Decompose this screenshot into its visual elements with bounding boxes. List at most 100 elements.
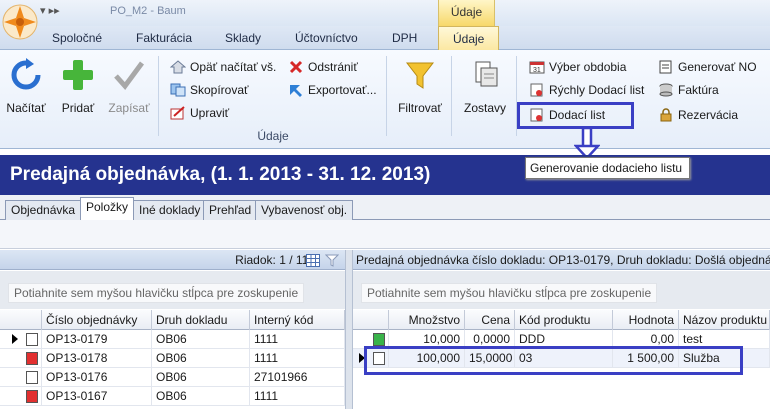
reservation-lock-icon	[660, 108, 672, 122]
generate-no-button[interactable]: Generovať NO	[656, 57, 757, 77]
ribbon-separator	[386, 56, 387, 136]
document-icon	[26, 333, 38, 346]
tab-sklady[interactable]: Sklady	[225, 31, 261, 45]
tab-content-area	[0, 220, 770, 249]
reload-label: Načítať	[6, 101, 46, 115]
delete-button[interactable]: Odstrániť	[286, 57, 358, 77]
reports-button[interactable]: Zostavy	[460, 58, 510, 115]
column-header-internal-code[interactable]: Interný kód	[250, 310, 345, 330]
quick-delivery-note-label: Rýchly Dodací list	[549, 83, 645, 97]
invoice-stack-icon	[659, 83, 673, 97]
row-status	[0, 349, 42, 368]
document-red-icon	[26, 352, 38, 365]
row-status	[0, 387, 42, 406]
edit-icon	[170, 106, 185, 120]
group-by-area[interactable]: Potiahnite sem myšou hlavičku stĺpca pre…	[353, 271, 770, 309]
ribbon-tab-strip: Spoločné Fakturácia Sklady Účtovníctvo D…	[0, 26, 770, 51]
copy-icon	[170, 83, 186, 97]
column-header-quantity[interactable]: Množstvo	[389, 310, 465, 330]
tooltip: Generovanie dodacieho listu	[525, 157, 690, 179]
selected-row-highlight	[364, 346, 743, 375]
filter-funnel-icon[interactable]	[325, 254, 339, 267]
document-tabs: Objednávka Položky Iné doklady Prehľad V…	[0, 195, 770, 221]
internal-code: 1111	[250, 387, 345, 406]
table-row[interactable]: OP13-0176 OB06 27101966	[0, 368, 345, 387]
checkmark-icon	[114, 61, 145, 90]
home-arrow-icon	[170, 60, 186, 74]
row-counter-bar: Riadok: 1 / 118	[0, 250, 345, 270]
save-button[interactable]: Zapísať	[106, 58, 152, 115]
tab-ine-doklady[interactable]: Iné doklady	[133, 200, 207, 220]
filter-funnel-icon	[405, 62, 435, 89]
calendar-icon: 31	[529, 61, 545, 74]
quick-delivery-note-button[interactable]: Rýchly Dodací list	[527, 80, 644, 100]
period-select-button[interactable]: 31 Výber obdobia	[527, 57, 626, 77]
table-row[interactable]: OP13-0178 OB06 1111	[0, 349, 345, 368]
tab-polozky[interactable]: Položky	[80, 197, 135, 221]
grid-icon[interactable]	[306, 254, 320, 267]
export-button[interactable]: Exportovať...	[286, 80, 377, 100]
document-type: OB06	[152, 387, 250, 406]
add-label: Pridať	[61, 101, 95, 115]
filter-button[interactable]: Filtrovať	[394, 58, 446, 115]
ribbon-separator	[451, 56, 452, 136]
reports-label: Zostavy	[463, 101, 506, 115]
window-title: PO_M2 - Baum	[110, 5, 186, 17]
column-header-price[interactable]: Cena	[465, 310, 515, 330]
detail-caption-bar: Predajná objednávka číslo dokladu: OP13-…	[353, 250, 770, 270]
document-type: OB06	[152, 368, 250, 387]
tab-spolocne[interactable]: Spoločné	[52, 31, 102, 45]
document-type: OB06	[152, 349, 250, 368]
export-label: Exportovať...	[308, 83, 377, 97]
delivery-note-highlight	[517, 102, 634, 129]
tab-dph[interactable]: DPH	[392, 31, 417, 45]
order-number: OP13-0179	[42, 330, 152, 349]
export-arrow-icon	[290, 85, 302, 97]
table-row[interactable]: OP13-0179 OB06 1111	[0, 330, 345, 349]
column-header-product-code[interactable]: Kód produktu	[515, 310, 613, 330]
column-header-document-type[interactable]: Druh dokladu	[152, 310, 250, 330]
column-header-order-number[interactable]: Číslo objednávky	[42, 310, 152, 330]
order-number: OP13-0178	[42, 349, 152, 368]
generate-no-label: Generovať NO	[678, 60, 757, 74]
edit-button[interactable]: Upraviť	[168, 103, 229, 123]
reload-all-button[interactable]: Opäť načítať vš.	[168, 57, 276, 77]
tab-uctovnictvo[interactable]: Účtovníctvo	[295, 31, 358, 45]
document-icon	[26, 371, 38, 384]
detail-caption: Predajná objednávka číslo dokladu: OP13-…	[356, 253, 770, 267]
add-button[interactable]: Pridať	[55, 58, 101, 115]
row-indicator-header	[0, 310, 42, 330]
invoice-button[interactable]: Faktúra	[656, 80, 719, 100]
reservation-button[interactable]: Rezervácia	[656, 105, 738, 125]
row-status	[0, 368, 42, 387]
copy-button[interactable]: Skopírovať	[168, 80, 249, 100]
row-indicator-header	[353, 310, 389, 330]
tab-vybavenost[interactable]: Vybavenosť obj.	[255, 200, 354, 220]
quick-access-toolbar[interactable]: ▾ ▸▸	[40, 4, 60, 17]
panel-splitter[interactable]	[345, 250, 353, 409]
reload-all-label: Opäť načítať vš.	[190, 60, 277, 74]
delete-x-icon	[289, 60, 303, 74]
right-grid-header: Množstvo Cena Kód produktu Hodnota Názov…	[353, 310, 770, 330]
refresh-icon	[11, 58, 41, 90]
tab-fakturacia[interactable]: Fakturácia	[136, 31, 192, 45]
internal-code: 27101966	[250, 368, 345, 387]
column-header-product-name[interactable]: Názov produktu	[679, 310, 770, 330]
current-row-arrow-icon	[12, 334, 18, 344]
app-menu-orb-icon[interactable]	[0, 0, 40, 50]
reload-button[interactable]: Načítať	[3, 58, 49, 115]
table-row[interactable]: OP13-0167 OB06 1111	[0, 387, 345, 406]
ribbon-separator	[158, 56, 159, 136]
tab-prehlad[interactable]: Prehľad	[203, 200, 258, 220]
internal-code: 1111	[250, 349, 345, 368]
document-type: OB06	[152, 330, 250, 349]
reports-printer-icon	[475, 61, 498, 87]
tab-udaje[interactable]: Údaje	[438, 26, 500, 51]
order-number: OP13-0167	[42, 387, 152, 406]
column-header-value[interactable]: Hodnota	[613, 310, 679, 330]
tab-objednavka[interactable]: Objednávka	[5, 200, 82, 220]
group-by-area[interactable]: Potiahnite sem myšou hlavičku stĺpca pre…	[0, 271, 345, 309]
invoice-label: Faktúra	[678, 83, 719, 97]
delivery-note-icon	[530, 83, 543, 97]
ribbon-group-label: Údaje	[257, 129, 289, 143]
